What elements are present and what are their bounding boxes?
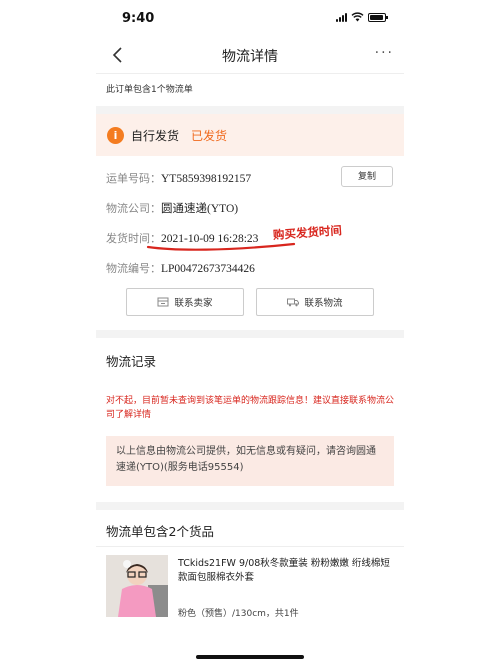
carrier-value: 圆通速递(YTO) bbox=[161, 203, 239, 215]
truck-icon bbox=[287, 298, 300, 307]
divider bbox=[96, 546, 404, 547]
logistics-number-value: LP00472673734426 bbox=[161, 263, 255, 275]
goods-title: 物流单包含2个货品 bbox=[106, 524, 214, 539]
tracking-number-row: 运单号码：YT5859398192157 bbox=[106, 170, 251, 186]
product-title[interactable]: TCkids21FW 9/08秋冬款童装 粉粉嫩嫩 绗线棉短款面包服棉衣外套 bbox=[178, 557, 396, 585]
order-notice: 此订单包含1个物流单 bbox=[96, 74, 404, 106]
logistics-number-row: 物流编号：LP00472673734426 bbox=[106, 260, 255, 276]
page-title: 物流详情 bbox=[222, 49, 278, 65]
home-indicator bbox=[196, 655, 304, 659]
status-icons bbox=[336, 12, 388, 22]
contact-seller-button[interactable]: 联系卖家 bbox=[126, 288, 244, 316]
logistics-record-title: 物流记录 bbox=[106, 354, 157, 369]
contact-logistics-button[interactable]: 联系物流 bbox=[256, 288, 374, 316]
logistics-record-card: 物流记录 对不起，目前暂未查询到该笔运单的物流跟踪信息！建议直接联系物流公司了解… bbox=[96, 338, 404, 502]
more-menu-button[interactable]: ··· bbox=[375, 45, 394, 61]
phone-screen: 9:40 物流详情 ··· 此订单包含1个物流单 i 自行发货 已发货 运单号码… bbox=[96, 0, 404, 667]
info-icon: i bbox=[107, 127, 124, 144]
ship-status: 已发货 bbox=[191, 129, 228, 143]
status-bar: 9:40 bbox=[96, 0, 404, 38]
status-time: 9:40 bbox=[122, 11, 155, 26]
shipment-card: i 自行发货 已发货 运单号码：YT5859398192157 复制 物流公司：… bbox=[96, 114, 404, 330]
handwritten-note: 购买发货时间 bbox=[272, 223, 343, 242]
tracking-number-label: 运单号码： bbox=[106, 172, 161, 185]
tracking-error-message: 对不起，目前暂未查询到该笔运单的物流跟踪信息！建议直接联系物流公司了解详情 bbox=[106, 396, 395, 420]
signal-icon bbox=[336, 12, 347, 22]
logistics-number-label: 物流编号： bbox=[106, 262, 161, 275]
goods-card: 物流单包含2个货品 TCkids21FW 9/08秋冬款童装 粉粉嫩嫩 绗线棉短… bbox=[96, 510, 404, 667]
product-spec: 粉色（预售）/130cm，共1件 bbox=[178, 609, 299, 619]
carrier-info-box: 以上信息由物流公司提供，如无信息或有疑问，请咨询圆通速递(YTO)(服务电话95… bbox=[106, 436, 394, 486]
product-thumbnail[interactable] bbox=[106, 555, 168, 617]
nav-bar: 物流详情 ··· bbox=[96, 38, 404, 74]
contact-seller-label: 联系卖家 bbox=[174, 298, 213, 309]
carrier-label: 物流公司： bbox=[106, 202, 161, 215]
tracking-number-value: YT5859398192157 bbox=[161, 173, 252, 185]
wifi-icon bbox=[351, 12, 364, 22]
ship-method: 自行发货 bbox=[131, 129, 180, 143]
product-image bbox=[106, 555, 168, 617]
shop-icon bbox=[157, 297, 169, 307]
contact-logistics-label: 联系物流 bbox=[304, 298, 343, 309]
carrier-row: 物流公司：圆通速递(YTO) bbox=[106, 200, 238, 216]
copy-button[interactable]: 复制 bbox=[341, 166, 393, 187]
battery-icon bbox=[368, 12, 388, 22]
shipment-status-banner: i 自行发货 已发货 bbox=[96, 114, 404, 156]
